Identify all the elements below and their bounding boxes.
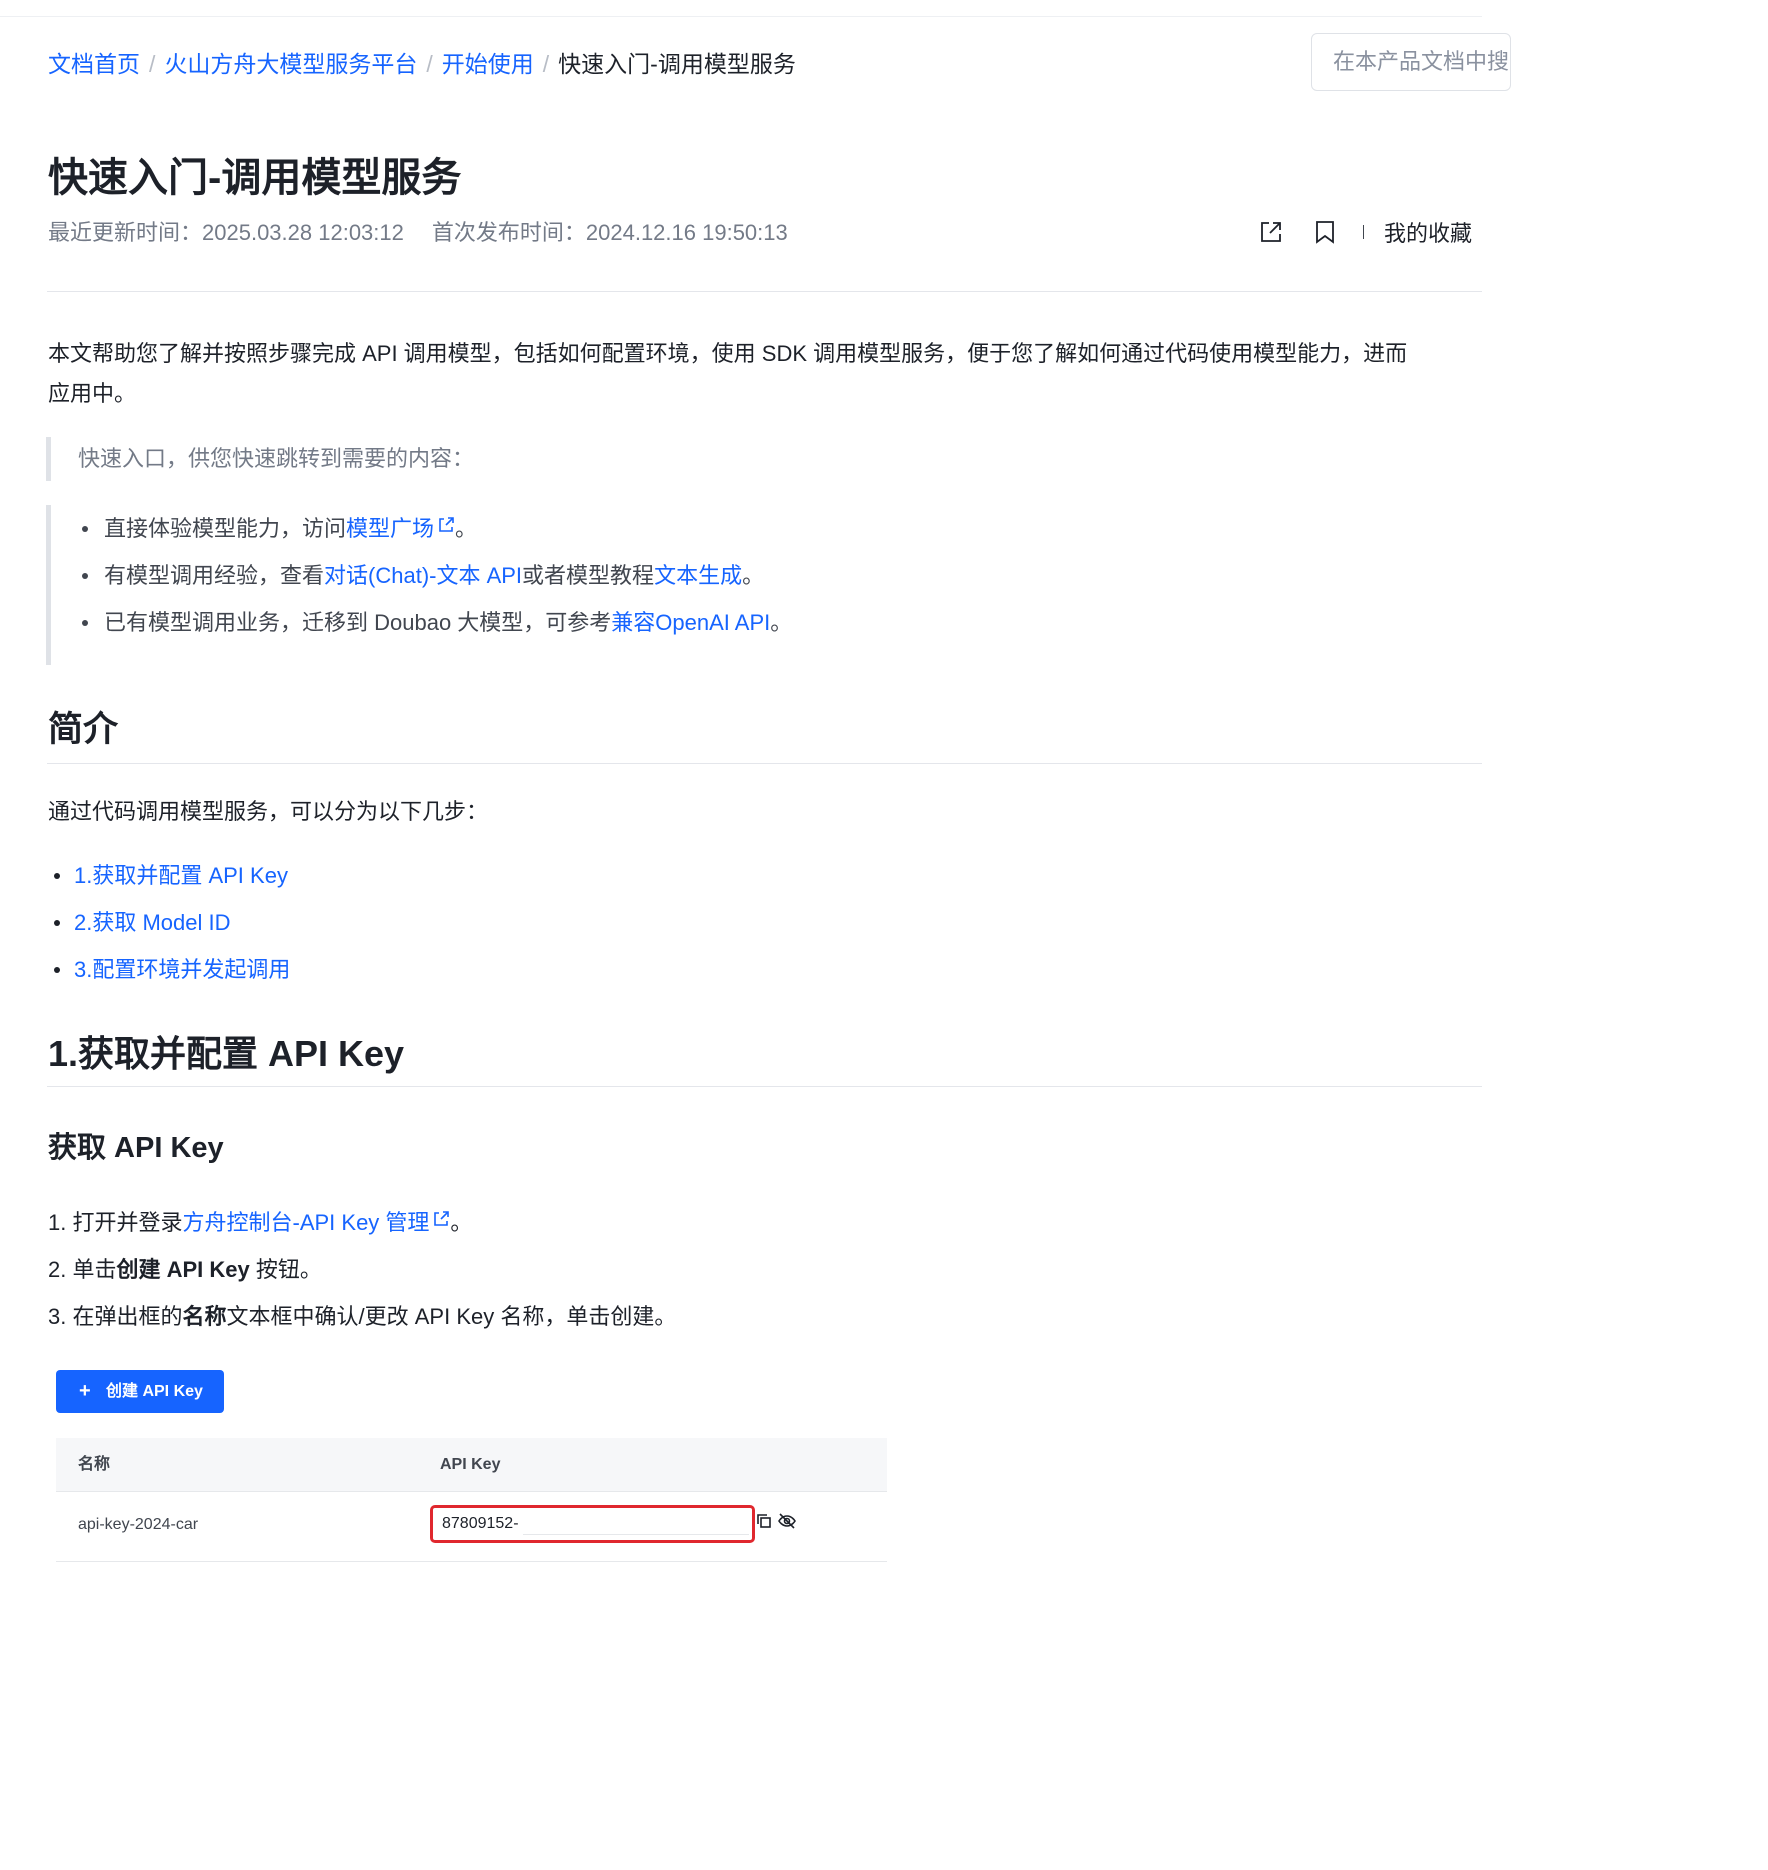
- breadcrumb: 文档首页 / 火山方舟大模型服务平台 / 开始使用 / 快速入门-调用模型服务: [48, 46, 796, 82]
- button-label: 创建 API Key: [106, 1383, 203, 1400]
- step-text: 打开并登录: [72, 1210, 183, 1235]
- plus-icon: +: [79, 1380, 91, 1402]
- list-item-text: 。: [455, 516, 478, 541]
- eye-off-icon[interactable]: [778, 1513, 796, 1529]
- api-key-steps: 1. 打开并登录方舟控制台-API Key 管理。 2. 单击创建 API Ke…: [48, 1199, 676, 1340]
- list-item: 已有模型调用业务，迁移到 Doubao 大模型，可参考兼容OpenAI API。: [78, 599, 792, 646]
- article-actions: 我的收藏: [1231, 212, 1472, 252]
- toc-item: 3.配置环境并发起调用: [48, 946, 290, 993]
- step-item: 3. 在弹出框的名称文本框中确认/更改 API Key 名称，单击创建。: [48, 1293, 676, 1340]
- external-link-icon: [439, 517, 454, 532]
- link-text: 模型广场: [346, 516, 435, 541]
- column-header-api-key: API Key: [440, 1456, 501, 1473]
- doc-search-input[interactable]: 在本产品文档中搜索: [1311, 33, 1511, 91]
- breadcrumb-current: 快速入门-调用模型服务: [558, 51, 796, 77]
- step-bold-text: 创建 API Key: [116, 1257, 250, 1282]
- openai-compat-link[interactable]: 兼容OpenAI API: [611, 610, 770, 635]
- step-text: 按钮。: [249, 1257, 322, 1282]
- quote-bar: [46, 437, 51, 481]
- published-label: 首次发布时间：: [431, 220, 586, 245]
- section-divider: [47, 1086, 1482, 1087]
- quote-bar: [46, 505, 51, 665]
- step-text: 在弹出框的: [72, 1304, 183, 1329]
- list-item: 有模型调用经验，查看对话(Chat)-文本 API或者模型教程文本生成。: [78, 552, 792, 599]
- breadcrumb-ark-platform[interactable]: 火山方舟大模型服务平台: [164, 51, 417, 77]
- list-item-text: 。: [770, 610, 793, 635]
- copy-icon[interactable]: [756, 1513, 772, 1529]
- updated-time: 2025.03.28 12:03:12: [202, 220, 404, 245]
- external-link-icon: [434, 1211, 450, 1226]
- steps-intro-text: 通过代码调用模型服务，可以分为以下几步：: [48, 799, 489, 824]
- api-key-mask: [523, 1514, 749, 1535]
- list-item-text: 有模型调用经验，查看: [104, 563, 325, 588]
- step-item: 1. 打开并登录方舟控制台-API Key 管理。: [48, 1199, 676, 1246]
- list-item-text: 直接体验模型能力，访问: [104, 516, 347, 541]
- api-key-highlight: 87809152-: [430, 1505, 755, 1543]
- step-text: 。: [450, 1210, 473, 1235]
- updated-label: 最近更新时间：: [48, 220, 203, 245]
- section-api-key-heading: 1.获取并配置 API Key: [48, 1033, 405, 1074]
- section-divider: [47, 763, 1482, 764]
- steps-toc: 1.获取并配置 API Key 2.获取 Model ID 3.配置环境并发起调…: [48, 852, 290, 993]
- intro-line-2: 应用中。: [48, 381, 137, 406]
- toc-link-configure-call[interactable]: 3.配置环境并发起调用: [74, 957, 290, 982]
- share-icon[interactable]: [1257, 218, 1285, 246]
- intro-paragraph: 本文帮助您了解并按照步骤完成 API 调用模型，包括如何配置环境，使用 SDK …: [48, 334, 1478, 414]
- api-key-value: 87809152-: [442, 1515, 519, 1532]
- article-meta: 最近更新时间：2025.03.28 12:03:12 首次发布时间：2024.12…: [48, 215, 788, 251]
- breadcrumb-separator: /: [542, 51, 550, 77]
- step-number: 3.: [48, 1304, 67, 1329]
- actions-divider: [1362, 225, 1364, 239]
- toc-link-model-id[interactable]: 2.获取 Model ID: [74, 910, 231, 935]
- toc-item: 2.获取 Model ID: [48, 899, 290, 946]
- list-item-text: 。: [742, 563, 765, 588]
- create-api-key-button[interactable]: + 创建 API Key: [56, 1370, 224, 1413]
- table-header: 名称 API Key: [56, 1438, 887, 1492]
- step-text: 单击: [72, 1257, 117, 1282]
- page-title: 快速入门-调用模型服务: [48, 156, 462, 200]
- intro-line-1: 本文帮助您了解并按照步骤完成 API 调用模型，包括如何配置环境，使用 SDK …: [48, 341, 1408, 366]
- breadcrumb-docs-home[interactable]: 文档首页: [48, 51, 140, 77]
- breadcrumb-separator: /: [426, 51, 433, 77]
- quick-entry-note: 快速入口，供您快速跳转到需要的内容：: [78, 446, 475, 471]
- section-intro-heading: 简介: [48, 710, 119, 749]
- toc-link-api-key[interactable]: 1.获取并配置 API Key: [74, 863, 288, 888]
- breadcrumb-separator: /: [149, 51, 156, 77]
- table-row: api-key-2024-car 87809152-: [56, 1492, 887, 1562]
- breadcrumb-getting-started[interactable]: 开始使用: [442, 51, 534, 77]
- subsection-get-api-key-heading: 获取 API Key: [48, 1132, 224, 1164]
- quick-links-list: 直接体验模型能力，访问模型广场。 有模型调用经验，查看对话(Chat)-文本 A…: [78, 505, 792, 646]
- list-item-text: 或者模型教程: [522, 563, 655, 588]
- list-item-text: 已有模型调用业务，迁移到 Doubao 大模型，可参考: [104, 610, 612, 635]
- link-text: 方舟控制台-API Key 管理: [182, 1210, 430, 1235]
- my-favorites-link[interactable]: 我的收藏: [1384, 216, 1472, 248]
- step-bold-text: 名称: [182, 1304, 227, 1329]
- bookmark-icon[interactable]: [1311, 218, 1339, 246]
- console-api-key-link[interactable]: 方舟控制台-API Key 管理: [183, 1210, 451, 1235]
- title-divider: [47, 291, 1482, 292]
- row-actions: [756, 1513, 796, 1529]
- list-item: 直接体验模型能力，访问模型广场。: [78, 505, 792, 552]
- model-square-link[interactable]: 模型广场: [346, 516, 455, 541]
- step-number: 1.: [48, 1210, 67, 1235]
- chat-text-api-link[interactable]: 对话(Chat)-文本 API: [324, 563, 522, 588]
- console-screenshot: + 创建 API Key 名称 API Key api-key-2024-car…: [56, 1370, 887, 1568]
- published-time: 2024.12.16 19:50:13: [585, 220, 788, 245]
- api-key-name-cell: api-key-2024-car: [78, 1516, 199, 1533]
- top-divider: [0, 16, 1482, 17]
- step-number: 2.: [48, 1257, 67, 1282]
- step-item: 2. 单击创建 API Key 按钮。: [48, 1246, 676, 1293]
- text-generation-link[interactable]: 文本生成: [654, 563, 742, 588]
- column-header-name: 名称: [78, 1456, 111, 1473]
- step-text: 文本框中确认/更改 API Key 名称，单击创建。: [226, 1304, 677, 1329]
- toc-item: 1.获取并配置 API Key: [48, 852, 290, 899]
- api-key-table: 名称 API Key api-key-2024-car 87809152-: [56, 1438, 887, 1568]
